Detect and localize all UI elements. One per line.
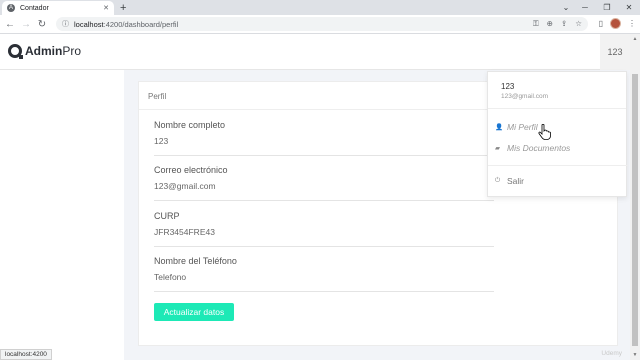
menu-item-label: Mis Documentos [507,143,571,153]
page-scrollbar[interactable]: ▲ ▼ [630,34,640,360]
forward-icon[interactable]: → [20,19,32,30]
menu-item-label: Mi Perfil [507,122,538,132]
telefono-input[interactable] [154,272,494,282]
folder-icon: ▰ [495,145,500,152]
bookmark-star-icon[interactable]: ☆ [575,19,582,29]
udemy-watermark: Udemy [601,350,622,357]
scroll-up-icon[interactable]: ▲ [630,36,640,42]
field-correo: Correo electrónico [154,165,494,201]
maximize-icon[interactable]: ❐ [596,0,618,15]
url-path: :4200/dashboard/perfil [103,19,179,29]
user-plus-icon: 👤 [495,124,504,131]
key-icon[interactable]: ⚿ [533,19,539,29]
tab-search-icon[interactable]: ⌄ [558,0,574,15]
dropdown-divider [488,165,628,166]
field-label-curp: CURP [154,211,180,221]
app-header: Admin Pro 123 [0,34,630,70]
browser-tabbar: A Contador ✕ + ⌄ ─ ❐ ✕ [0,0,640,15]
user-menu-button[interactable]: 123 [600,34,630,70]
dropdown-user-name: 123 [501,82,515,91]
scroll-thumb[interactable] [632,74,638,346]
address-bar[interactable]: ⓘ localhost:4200/dashboard/perfil ⚿ ⊕ ⇪ … [56,17,588,31]
tab-close-icon[interactable]: ✕ [103,4,109,12]
hand-pointer-cursor-icon [538,124,551,140]
side-panel-icon[interactable]: ▯ [599,19,603,28]
field-telefono: Nombre del Teléfono [154,256,494,292]
menu-kebab-icon[interactable]: ⋮ [628,19,636,28]
field-curp: CURP [154,211,494,247]
user-dropdown: 123 123@gmail.com 👤 Mi Perfil ▰ Mis Docu… [487,71,628,197]
window-controls: ⌄ ─ ❐ ✕ [558,0,640,15]
logo-icon [8,44,23,59]
reload-icon[interactable]: ↻ [36,19,48,30]
menu-item-salir[interactable]: ⏻ Salir [495,176,524,186]
power-icon: ⏻ [495,177,501,184]
menu-item-mis-documentos[interactable]: ▰ Mis Documentos [495,143,570,153]
logout-label: Salir [507,176,525,186]
zoom-icon[interactable]: ⊕ [547,19,553,29]
url-host: localhost [74,19,104,29]
minimize-icon[interactable]: ─ [574,0,596,15]
new-tab-button[interactable]: + [120,2,126,14]
logo-text-light: Pro [62,44,82,58]
close-window-icon[interactable]: ✕ [618,0,640,15]
field-label-telefono: Nombre del Teléfono [154,256,237,266]
info-icon[interactable]: ⓘ [62,19,69,29]
browser-tab[interactable]: A Contador ✕ [2,1,114,15]
tab-title: Contador [20,4,49,12]
link-status-bubble: localhost:4200 [0,349,52,360]
sidebar [0,70,124,360]
nombre-input[interactable] [154,136,494,146]
update-data-button[interactable]: Actualizar datos [154,303,234,321]
share-icon[interactable]: ⇪ [561,19,567,29]
curp-input[interactable] [154,227,494,237]
dropdown-user-email: 123@gmail.com [501,93,549,100]
menu-item-mi-perfil[interactable]: 👤 Mi Perfil [495,122,538,132]
dropdown-user-info: 123 123@gmail.com [488,72,626,109]
angular-favicon-icon: A [7,4,15,12]
logo-text-bold: Admin [25,44,63,58]
field-label-nombre: Nombre completo [154,120,226,130]
correo-input[interactable] [154,181,494,191]
app-logo[interactable]: Admin Pro [8,44,82,59]
field-label-correo: Correo electrónico [154,165,228,175]
back-icon[interactable]: ← [4,19,16,30]
field-nombre: Nombre completo [154,120,494,156]
profile-avatar[interactable] [610,18,621,29]
scroll-down-icon[interactable]: ▼ [630,352,640,358]
browser-toolbar: ← → ↻ ⓘ localhost:4200/dashboard/perfil … [0,15,640,34]
